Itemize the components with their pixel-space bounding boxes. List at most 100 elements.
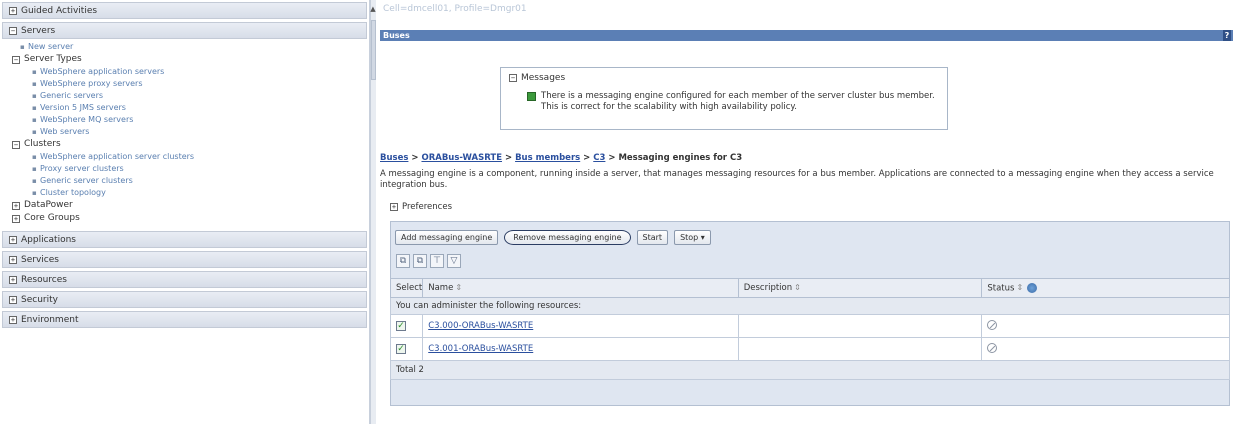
preferences-toggle[interactable]: + Preferences xyxy=(390,202,452,212)
nav-section-label: Services xyxy=(21,254,59,265)
col-name[interactable]: Name ⇕ xyxy=(422,278,739,298)
bullet-icon: ▪ xyxy=(20,43,25,51)
engine-link[interactable]: C3.001-ORABus-WASRTE xyxy=(428,344,533,354)
row-name-cell: C3.000-ORABus-WASRTE xyxy=(422,314,739,338)
row-checkbox[interactable]: ✓ xyxy=(396,321,406,331)
nav-server-type-item[interactable]: ▪ WebSphere proxy servers xyxy=(8,78,369,90)
bullet-icon: ▪ xyxy=(32,177,37,185)
page-title: Buses xyxy=(383,31,410,40)
add-messaging-engine-button[interactable]: Add messaging engine xyxy=(395,229,499,245)
nav-link-label: Cluster topology xyxy=(40,188,106,197)
nav-clusters[interactable]: − Clusters xyxy=(8,138,369,151)
bullet-icon: ▪ xyxy=(32,80,37,88)
messages-header[interactable]: − Messages xyxy=(509,73,939,83)
engines-table: Select Name ⇕ Description ⇕ Status ⇕ You ca… xyxy=(389,278,1230,380)
bullet-icon: ▪ xyxy=(32,128,37,136)
expand-icon: + xyxy=(9,235,17,244)
expand-icon: + xyxy=(12,201,20,210)
sort-icon[interactable]: ⇕ xyxy=(1016,283,1023,292)
nav-cluster-item[interactable]: ▪ WebSphere application server clusters xyxy=(8,151,369,163)
breadcrumb-bus-members[interactable]: Bus members xyxy=(515,153,580,163)
nav-core-groups[interactable]: + Core Groups xyxy=(8,212,369,225)
nav-datapower-label: DataPower xyxy=(24,200,73,210)
nav-server-type-item[interactable]: ▪ Version 5 JMS servers xyxy=(8,102,369,114)
button-row: Add messaging engine Remove messaging en… xyxy=(395,228,711,246)
table-header-row: Select Name ⇕ Description ⇕ Status ⇕ xyxy=(389,278,1230,298)
show-filter-icon[interactable]: ⊤ xyxy=(430,254,444,268)
nav-link-label: Generic servers xyxy=(40,91,104,100)
breadcrumb-member[interactable]: C3 xyxy=(593,153,605,163)
refresh-status-icon[interactable] xyxy=(1027,282,1038,293)
bullet-icon: ▪ xyxy=(32,104,37,112)
preferences-label: Preferences xyxy=(402,202,452,212)
expand-icon: + xyxy=(9,315,17,324)
nav-environment[interactable]: + Environment xyxy=(2,311,367,328)
nav-link-label: WebSphere MQ servers xyxy=(40,115,134,124)
servers-tree: ▪ New server − Server Types ▪ WebSphere a… xyxy=(0,39,369,229)
remove-messaging-engine-button[interactable]: Remove messaging engine xyxy=(504,229,631,245)
clear-filter-icon[interactable]: ▽ xyxy=(447,254,461,268)
nav-section-label: Resources xyxy=(21,274,67,285)
nav-guided-activities[interactable]: + Guided Activities xyxy=(2,2,367,19)
collapse-icon: − xyxy=(9,26,17,35)
breadcrumb-bus[interactable]: ORABus-WASRTE xyxy=(421,153,502,163)
breadcrumb-separator: > xyxy=(605,153,619,163)
nav-servers-label: Servers xyxy=(21,25,56,36)
table-subheader: You can administer the following resourc… xyxy=(390,297,1230,315)
row-checkbox[interactable]: ✓ xyxy=(396,344,406,354)
bullet-icon: ▪ xyxy=(32,116,37,124)
nav-cluster-item[interactable]: ▪ Generic server clusters xyxy=(8,175,369,187)
table-row: ✓ C3.000-ORABus-WASRTE xyxy=(389,314,1230,338)
collapse-icon: − xyxy=(12,55,20,64)
stop-button[interactable]: Stop ▾ xyxy=(674,229,711,245)
nav-services[interactable]: + Services xyxy=(2,251,367,268)
table-subheader-row: You can administer the following resourc… xyxy=(390,297,1230,315)
expand-icon: + xyxy=(9,6,17,15)
navigation-panel: + Guided Activities − Servers ▪ New serv… xyxy=(0,0,370,424)
scope-label: Cell=dmcell01, Profile=Dmgr01 xyxy=(383,4,527,14)
nav-server-types[interactable]: − Server Types xyxy=(8,53,369,66)
info-message-icon xyxy=(527,92,536,101)
nav-server-type-item[interactable]: ▪ WebSphere MQ servers xyxy=(8,114,369,126)
nav-server-type-item[interactable]: ▪ Web servers xyxy=(8,126,369,138)
bullet-icon: ▪ xyxy=(32,68,37,76)
row-name-cell: C3.001-ORABus-WASRTE xyxy=(422,337,739,361)
deselect-all-icon[interactable]: ⧉ xyxy=(413,254,427,268)
row-description-cell xyxy=(737,337,983,361)
nav-link-label: WebSphere application server clusters xyxy=(40,152,195,161)
nav-link-label: Version 5 JMS servers xyxy=(40,103,126,112)
breadcrumb-current: Messaging engines for C3 xyxy=(618,153,743,163)
nav-security[interactable]: + Security xyxy=(2,291,367,308)
col-description[interactable]: Description ⇕ xyxy=(737,278,983,298)
nav-server-type-item[interactable]: ▪ WebSphere application servers xyxy=(8,66,369,78)
nav-link-label: Proxy server clusters xyxy=(40,164,124,173)
scroll-up-arrow-icon[interactable]: ▲ xyxy=(370,3,376,15)
sort-icon[interactable]: ⇕ xyxy=(794,283,801,292)
help-icon[interactable]: ? xyxy=(1223,30,1231,41)
breadcrumb: Buses > ORABus-WASRTE > Bus members > C3… xyxy=(380,153,742,163)
sort-icon[interactable]: ⇕ xyxy=(455,283,462,292)
breadcrumb-separator: > xyxy=(502,153,516,163)
nav-applications[interactable]: + Applications xyxy=(2,231,367,248)
nav-new-server[interactable]: ▪ New server xyxy=(8,41,369,53)
table-tool-icons: ⧉ ⧉ ⊤ ▽ xyxy=(396,254,461,270)
nav-link-label: Generic server clusters xyxy=(40,176,133,185)
nav-cluster-item[interactable]: ▪ Cluster topology xyxy=(8,187,369,199)
start-button[interactable]: Start xyxy=(636,229,669,245)
nav-section-label: Applications xyxy=(21,234,76,245)
scroll-thumb[interactable] xyxy=(371,20,376,80)
nav-datapower[interactable]: + DataPower xyxy=(8,199,369,212)
bullet-icon: ▪ xyxy=(32,92,37,100)
table-total-row: Total 2 xyxy=(390,360,1230,380)
col-name-label: Name xyxy=(428,283,454,293)
nav-server-type-item[interactable]: ▪ Generic servers xyxy=(8,90,369,102)
nav-servers[interactable]: − Servers xyxy=(2,22,367,39)
expand-icon: + xyxy=(9,255,17,264)
nav-cluster-item[interactable]: ▪ Proxy server clusters xyxy=(8,163,369,175)
nav-resources[interactable]: + Resources xyxy=(2,271,367,288)
col-status[interactable]: Status ⇕ xyxy=(981,278,1230,298)
breadcrumb-buses[interactable]: Buses xyxy=(380,153,408,163)
select-all-icon[interactable]: ⧉ xyxy=(396,254,410,268)
expand-icon: + xyxy=(9,295,17,304)
engine-link[interactable]: C3.000-ORABus-WASRTE xyxy=(428,321,533,331)
